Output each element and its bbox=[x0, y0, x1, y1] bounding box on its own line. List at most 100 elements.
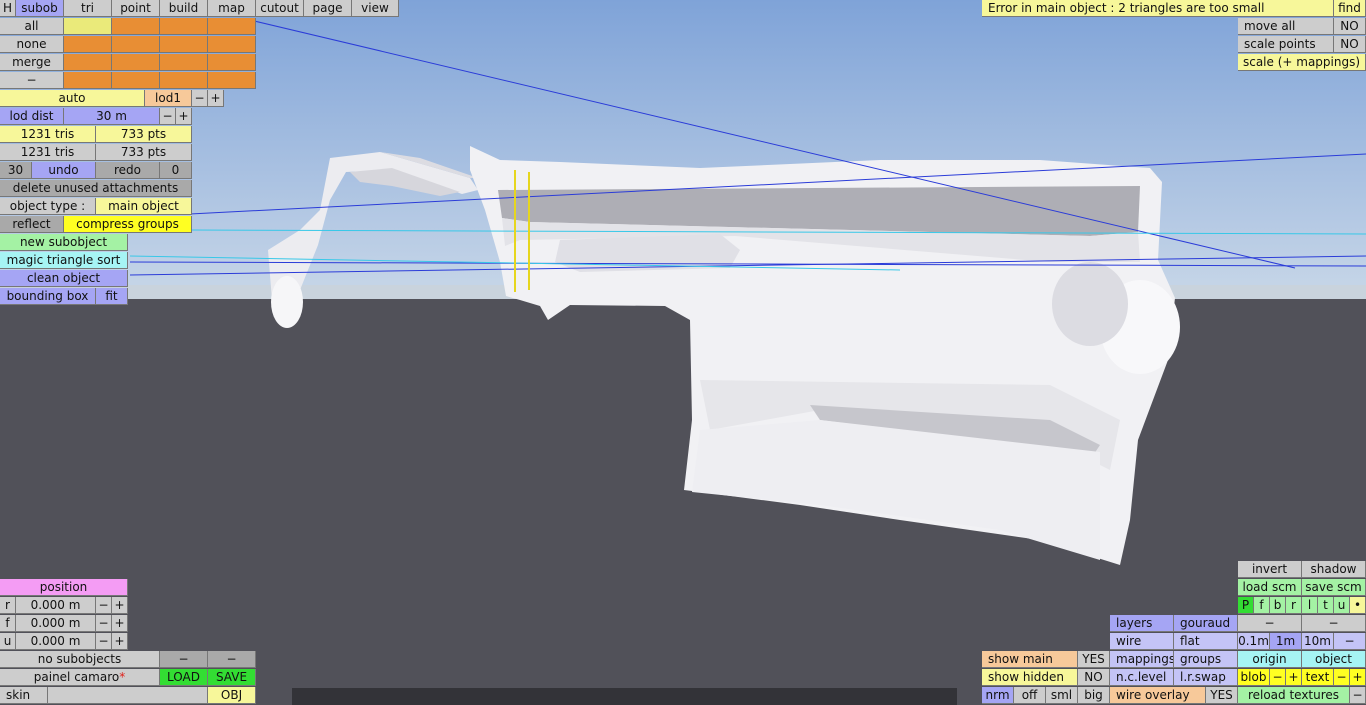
subobject-slot[interactable] bbox=[160, 54, 208, 71]
subobject-slot[interactable] bbox=[160, 18, 208, 35]
mappings-button[interactable]: mappings bbox=[1110, 651, 1174, 668]
grid-step-minus-button[interactable]: − bbox=[1334, 633, 1366, 650]
load-button[interactable]: LOAD bbox=[160, 669, 208, 686]
grid-minus-button[interactable]: − bbox=[1238, 615, 1302, 632]
lod-minus-button[interactable]: − bbox=[192, 90, 208, 107]
size-nrm-button[interactable]: nrm bbox=[982, 687, 1014, 704]
compress-groups-button[interactable]: compress groups bbox=[64, 216, 192, 233]
blob-button[interactable]: blob bbox=[1238, 669, 1270, 686]
flat-button[interactable]: flat bbox=[1174, 633, 1238, 650]
axis-f-value[interactable]: 0.000 m bbox=[16, 615, 96, 632]
gouraud-button[interactable]: gouraud bbox=[1174, 615, 1238, 632]
view-u-button[interactable]: u bbox=[1334, 597, 1350, 614]
reload-minus-button[interactable]: − bbox=[1350, 687, 1366, 704]
lod-dist-value[interactable]: 30 m bbox=[64, 108, 160, 125]
select-none-button[interactable]: none bbox=[0, 36, 64, 53]
select-minus-button[interactable]: − bbox=[0, 72, 64, 89]
tab-map[interactable]: map bbox=[208, 0, 256, 17]
reflect-button[interactable]: reflect bbox=[0, 216, 64, 233]
redo-button[interactable]: redo bbox=[96, 162, 160, 179]
grid-01m-button[interactable]: 0.1m bbox=[1238, 633, 1270, 650]
axis-u-minus-button[interactable]: − bbox=[96, 633, 112, 650]
show-main-button[interactable]: show main bbox=[982, 651, 1078, 668]
wire-overlay-button[interactable]: wire overlay bbox=[1110, 687, 1206, 704]
move-all-value[interactable]: NO bbox=[1334, 18, 1366, 35]
tab-point[interactable]: point bbox=[112, 0, 160, 17]
file-name[interactable]: painel camaro* bbox=[0, 669, 160, 686]
lod-auto-button[interactable]: auto bbox=[0, 90, 145, 107]
origin-button[interactable]: origin bbox=[1238, 651, 1302, 668]
axis-u-plus-button[interactable]: + bbox=[112, 633, 128, 650]
grid-10m-button[interactable]: 10m bbox=[1302, 633, 1334, 650]
subobject-next-button[interactable]: − bbox=[208, 651, 256, 668]
subobject-slot[interactable] bbox=[112, 18, 160, 35]
clean-object-button[interactable]: clean object bbox=[0, 270, 128, 287]
text-button[interactable]: text bbox=[1302, 669, 1334, 686]
load-scm-button[interactable]: load scm bbox=[1238, 579, 1302, 596]
nc-level-button[interactable]: n.c.level bbox=[1110, 669, 1174, 686]
size-off-button[interactable]: off bbox=[1014, 687, 1046, 704]
lr-swap-button[interactable]: l.r.swap bbox=[1174, 669, 1238, 686]
object-type-value[interactable]: main object bbox=[96, 198, 192, 215]
axis-u-value[interactable]: 0.000 m bbox=[16, 633, 96, 650]
text-plus-button[interactable]: + bbox=[1350, 669, 1366, 686]
subobject-slot[interactable] bbox=[160, 72, 208, 89]
shadow-button[interactable]: shadow bbox=[1302, 561, 1366, 578]
skin-button[interactable]: skin bbox=[0, 687, 48, 704]
delete-unused-attachments-button[interactable]: delete unused attachments bbox=[0, 180, 192, 197]
move-all-button[interactable]: move all bbox=[1238, 18, 1334, 35]
find-button[interactable]: find bbox=[1334, 0, 1366, 17]
save-button[interactable]: SAVE bbox=[208, 669, 256, 686]
subobject-slot[interactable] bbox=[208, 18, 256, 35]
view-b-button[interactable]: b bbox=[1270, 597, 1286, 614]
subobject-slot[interactable] bbox=[160, 36, 208, 53]
lod-plus-button[interactable]: + bbox=[208, 90, 224, 107]
text-minus-button[interactable]: − bbox=[1334, 669, 1350, 686]
select-all-button[interactable]: all bbox=[0, 18, 64, 35]
scale-points-value[interactable]: NO bbox=[1334, 36, 1366, 53]
groups-button[interactable]: groups bbox=[1174, 651, 1238, 668]
axis-r-plus-button[interactable]: + bbox=[112, 597, 128, 614]
view-t-button[interactable]: t bbox=[1318, 597, 1334, 614]
tab-cutout[interactable]: cutout bbox=[256, 0, 304, 17]
lod-dist-plus-button[interactable]: + bbox=[176, 108, 192, 125]
wire-button[interactable]: wire bbox=[1110, 633, 1174, 650]
size-sml-button[interactable]: sml bbox=[1046, 687, 1078, 704]
object-button[interactable]: object bbox=[1302, 651, 1366, 668]
lod-dist-minus-button[interactable]: − bbox=[160, 108, 176, 125]
fit-button[interactable]: fit bbox=[96, 288, 128, 305]
save-scm-button[interactable]: save scm bbox=[1302, 579, 1366, 596]
skin-field[interactable] bbox=[48, 687, 208, 704]
scale-mappings-button[interactable]: scale (+ mappings) bbox=[1238, 54, 1366, 71]
subobject-slot[interactable] bbox=[208, 72, 256, 89]
new-subobject-button[interactable]: new subobject bbox=[0, 234, 128, 251]
subobject-slot[interactable] bbox=[64, 54, 112, 71]
tab-view[interactable]: view bbox=[352, 0, 399, 17]
subobject-slot[interactable] bbox=[112, 36, 160, 53]
subobject-slot[interactable] bbox=[64, 72, 112, 89]
size-big-button[interactable]: big bbox=[1078, 687, 1110, 704]
undo-button[interactable]: undo bbox=[32, 162, 96, 179]
subobject-prev-button[interactable]: − bbox=[160, 651, 208, 668]
grid-1m-button[interactable]: 1m bbox=[1270, 633, 1302, 650]
subobject-slot[interactable] bbox=[208, 54, 256, 71]
show-main-value[interactable]: YES bbox=[1078, 651, 1110, 668]
axis-f-minus-button[interactable]: − bbox=[96, 615, 112, 632]
subobject-slot[interactable] bbox=[112, 54, 160, 71]
blob-plus-button[interactable]: + bbox=[1286, 669, 1302, 686]
grid-minus-button-2[interactable]: − bbox=[1302, 615, 1366, 632]
invert-button[interactable]: invert bbox=[1238, 561, 1302, 578]
subobject-slot[interactable] bbox=[64, 36, 112, 53]
blob-minus-button[interactable]: − bbox=[1270, 669, 1286, 686]
subobject-slot[interactable] bbox=[64, 18, 112, 35]
bounding-box-button[interactable]: bounding box bbox=[0, 288, 96, 305]
show-hidden-button[interactable]: show hidden bbox=[982, 669, 1078, 686]
layers-button[interactable]: layers bbox=[1110, 615, 1174, 632]
axis-r-minus-button[interactable]: − bbox=[96, 597, 112, 614]
view-r-button[interactable]: r bbox=[1286, 597, 1302, 614]
tab-subob[interactable]: subob bbox=[16, 0, 64, 17]
axis-r-value[interactable]: 0.000 m bbox=[16, 597, 96, 614]
tab-build[interactable]: build bbox=[160, 0, 208, 17]
view-p-button[interactable]: P bbox=[1238, 597, 1254, 614]
view-f-button[interactable]: f bbox=[1254, 597, 1270, 614]
